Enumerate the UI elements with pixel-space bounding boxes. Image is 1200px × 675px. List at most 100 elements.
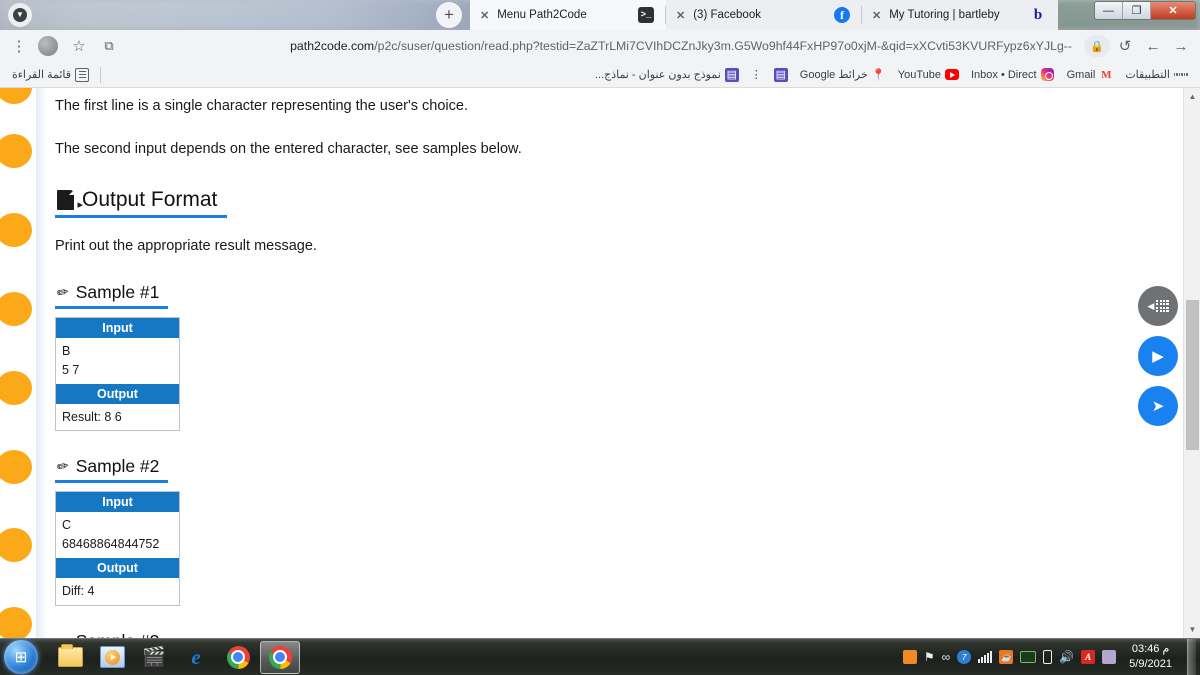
profile-avatar-icon: ▼ bbox=[13, 8, 27, 22]
bookmark-folder[interactable]: ▤ bbox=[768, 67, 794, 82]
play-button[interactable]: ▶ bbox=[1138, 336, 1178, 376]
chrome-menu-icon[interactable]: ⋮ bbox=[6, 33, 32, 59]
output-format-heading: Output Format bbox=[55, 186, 228, 219]
scroll-down-arrow[interactable]: ▼ bbox=[1184, 621, 1200, 638]
reading-list-button[interactable]: قائمة القراءة bbox=[6, 67, 95, 82]
close-window-button[interactable]: ✕ bbox=[1151, 2, 1195, 19]
bookmark-instagram[interactable]: Inbox • Direct bbox=[965, 68, 1061, 82]
gutter-shadow bbox=[36, 88, 47, 638]
tray-flag-icon[interactable]: ⚑ bbox=[924, 650, 935, 664]
start-button[interactable]: ⊞ bbox=[4, 640, 38, 674]
bookmark-label: YouTube bbox=[897, 68, 941, 81]
browser-toolbar: ⋮ ☆ ⧉ path2code.com/p2c/suser/question/r… bbox=[0, 30, 1200, 62]
chrome-browser-window: ▼ + ✕ Menu Path2Code >_ ✕ (3) Facebook f bbox=[0, 0, 1200, 638]
avatar[interactable] bbox=[38, 36, 58, 56]
tray-green-device-icon[interactable] bbox=[1020, 651, 1037, 663]
toolbar-right-group: 🔒 ↺ ← → bbox=[1084, 33, 1200, 59]
back-icon[interactable]: ← bbox=[1140, 33, 1166, 59]
reload-icon[interactable]: ↺ bbox=[1112, 33, 1138, 59]
tray-app-orange[interactable] bbox=[902, 650, 917, 664]
telegram-share-button[interactable]: ➤ bbox=[1138, 386, 1178, 426]
bartleby-icon: b bbox=[1033, 6, 1043, 23]
taskbar-clock[interactable]: 03:46 م 5/9/2021 bbox=[1123, 642, 1180, 672]
input-header: Input bbox=[55, 491, 180, 513]
tray-link-icon[interactable]: ∞ bbox=[942, 650, 951, 664]
sample-1-heading: ✏ Sample #1 bbox=[55, 281, 169, 310]
intro-paragraph-2: The second input depends on the entered … bbox=[55, 141, 522, 158]
sample-3-heading: ✏ Sample #3 bbox=[55, 630, 168, 638]
intro-paragraph-1: The first line is a single character rep… bbox=[55, 98, 468, 114]
grid-collapse-icon bbox=[1156, 299, 1169, 313]
floating-action-buttons: ◀ ▶ ➤ bbox=[1138, 286, 1178, 436]
tray-volume-icon[interactable]: 🔊 bbox=[1059, 650, 1074, 664]
bookmark-overflow[interactable]: ⋮ bbox=[745, 68, 768, 81]
tab-facebook[interactable]: ✕ (3) Facebook f bbox=[666, 0, 862, 30]
tab-title: (3) Facebook bbox=[693, 9, 761, 21]
new-tab-button[interactable]: + bbox=[436, 2, 462, 28]
scrollbar-thumb[interactable] bbox=[1186, 300, 1199, 450]
gutter-bullet[interactable] bbox=[0, 371, 32, 405]
minimize-button[interactable]: — bbox=[1095, 2, 1123, 19]
bookmark-apps[interactable]: التطبيقات bbox=[1119, 68, 1194, 82]
internet-explorer-icon: e bbox=[191, 644, 201, 669]
tab-menu-path2code[interactable]: ✕ Menu Path2Code >_ bbox=[470, 0, 666, 30]
taskbar-items: 🎬 e bbox=[50, 640, 300, 674]
output-value: Diff: 4 bbox=[55, 577, 180, 606]
output-format-title: Output Format bbox=[82, 188, 218, 212]
bookmark-google-maps[interactable]: 📍 خرائط Google bbox=[794, 68, 892, 82]
input-value: B 5 7 bbox=[55, 338, 180, 384]
tab-list: ✕ Menu Path2Code >_ ✕ (3) Facebook f ✕ M… bbox=[470, 0, 1058, 30]
maximize-button[interactable]: ❐ bbox=[1123, 2, 1151, 19]
clock-time: 03:46 م bbox=[1131, 643, 1170, 656]
close-icon[interactable]: ✕ bbox=[676, 9, 685, 22]
chrome-icon bbox=[268, 645, 292, 669]
taskbar-chrome[interactable] bbox=[218, 641, 258, 674]
tray-avira-icon[interactable]: A bbox=[1081, 650, 1096, 664]
gutter-bullet[interactable] bbox=[0, 528, 32, 562]
gutter-bullet[interactable] bbox=[0, 213, 32, 247]
gutter-bullet[interactable] bbox=[0, 134, 32, 168]
close-icon[interactable]: ✕ bbox=[872, 9, 881, 22]
extensions-icon[interactable]: ⧉ bbox=[96, 33, 122, 59]
bookmark-gmail[interactable]: M Gmail bbox=[1061, 68, 1120, 82]
taskbar-chrome-active[interactable] bbox=[260, 640, 300, 674]
gutter-bullet[interactable] bbox=[0, 450, 32, 484]
page-scrollbar[interactable]: ▲ ▼ bbox=[1183, 88, 1200, 638]
tab-strip: ▼ + ✕ Menu Path2Code >_ ✕ (3) Facebook f bbox=[0, 0, 1200, 30]
taskbar-internet-explorer[interactable]: e bbox=[176, 641, 216, 674]
tray-network-icon[interactable] bbox=[978, 651, 993, 663]
forward-icon[interactable]: → bbox=[1168, 33, 1194, 59]
lock-icon[interactable]: 🔒 bbox=[1084, 35, 1110, 57]
tray-battery-icon[interactable] bbox=[1043, 650, 1053, 664]
bookmark-youtube[interactable]: YouTube bbox=[892, 68, 965, 82]
taskbar-explorer[interactable] bbox=[50, 641, 90, 674]
screen: ▼ + ✕ Menu Path2Code >_ ✕ (3) Facebook f bbox=[0, 0, 1200, 675]
bookmark-label: Inbox • Direct bbox=[970, 68, 1037, 81]
tray-purple-app-icon[interactable] bbox=[1102, 650, 1117, 664]
bookmark-google-forms[interactable]: ▤ نموذج بدون عنوان - نماذج... bbox=[589, 67, 745, 82]
profile-chip[interactable]: ▼ bbox=[8, 3, 32, 27]
window-controls: — ❐ ✕ bbox=[1094, 1, 1196, 20]
tray-clock-badge-icon[interactable]: 7 bbox=[957, 650, 972, 664]
tray-java-icon[interactable]: ☕ bbox=[999, 650, 1014, 664]
close-icon[interactable]: ✕ bbox=[480, 9, 489, 22]
show-desktop-button[interactable] bbox=[1187, 638, 1196, 675]
document-export-icon bbox=[57, 189, 83, 211]
page-viewport: The first line is a single character rep… bbox=[0, 88, 1200, 638]
bookmark-folder-icon: ▤ bbox=[773, 67, 788, 82]
windows-taskbar: ⊞ 🎬 e ⚑ ∞ 7 ☕ 🔊 A 03:46 م 5/9/2021 bbox=[0, 638, 1200, 675]
apps-grid-icon bbox=[1173, 68, 1189, 82]
bookmark-star-icon[interactable]: ☆ bbox=[66, 33, 92, 59]
gutter-bullet[interactable] bbox=[0, 292, 32, 326]
youtube-icon bbox=[944, 68, 959, 82]
terminal-icon: >_ bbox=[638, 7, 654, 23]
sample-title: Sample #2 bbox=[75, 456, 160, 477]
gutter-bullet[interactable] bbox=[0, 88, 32, 104]
taskbar-movie-maker[interactable]: 🎬 bbox=[134, 641, 174, 674]
collapse-widget-button[interactable]: ◀ bbox=[1138, 286, 1178, 326]
taskbar-media-player[interactable] bbox=[92, 641, 132, 674]
address-bar[interactable]: path2code.com/p2c/suser/question/read.ph… bbox=[124, 33, 1082, 59]
tab-bartleby[interactable]: ✕ My Tutoring | bartleby b bbox=[862, 0, 1058, 30]
scroll-up-arrow[interactable]: ▲ bbox=[1184, 88, 1200, 105]
gutter-bullet[interactable] bbox=[0, 607, 32, 638]
